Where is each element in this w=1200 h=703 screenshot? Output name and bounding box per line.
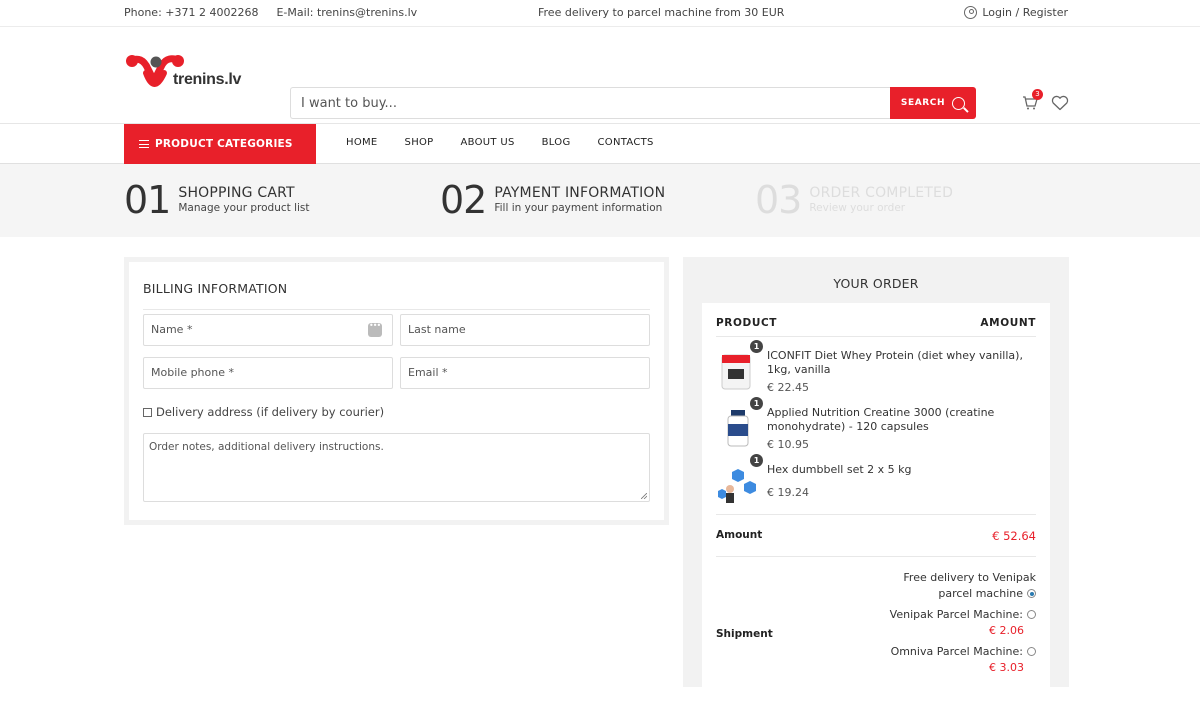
product-categories-button[interactable]: PRODUCT CATEGORIES bbox=[124, 124, 316, 164]
step-subtitle: Review your order bbox=[809, 202, 906, 214]
divider bbox=[716, 556, 1036, 557]
resize-handle-icon[interactable] bbox=[641, 493, 647, 499]
delivery-address-label: Delivery address (if delivery by courier… bbox=[156, 405, 385, 419]
item-price: € 22.45 bbox=[767, 381, 809, 394]
order-notes-textarea[interactable]: Order notes, additional delivery instruc… bbox=[143, 433, 650, 502]
top-bar: Phone: +371 2 4002268 E-Mail: trenins@tr… bbox=[0, 0, 1200, 27]
shipping-option-label: Venipak Parcel Machine: bbox=[889, 608, 1023, 621]
creatine-bottle-image bbox=[727, 410, 749, 447]
item-price: € 10.95 bbox=[767, 438, 809, 451]
search-icon bbox=[952, 96, 966, 110]
amount-value: € 52.64 bbox=[992, 529, 1036, 543]
item-qty-badge: 1 bbox=[750, 340, 763, 353]
amount-label: Amount bbox=[716, 529, 763, 541]
name-field[interactable]: Name * bbox=[143, 314, 393, 346]
product-categories-label: PRODUCT CATEGORIES bbox=[155, 138, 293, 150]
step-order-completed: 03 ORDER COMPLETED Review your order bbox=[755, 178, 953, 222]
header: trenins.lv SEARCH 3 bbox=[0, 27, 1200, 124]
autofill-icon[interactable] bbox=[368, 321, 382, 337]
login-register-link[interactable]: Login / Register bbox=[964, 6, 1068, 19]
login-register-label: Login / Register bbox=[982, 6, 1068, 19]
order-panel: YOUR ORDER PRODUCT AMOUNT 1 ICONFIT Diet… bbox=[683, 257, 1069, 703]
shipping-option-free-venipak[interactable]: Free delivery to Venipak parcel machine bbox=[876, 570, 1036, 602]
main-nav: PRODUCT CATEGORIES HOME SHOP ABOUT US BL… bbox=[0, 124, 1200, 164]
shipping-option-label: Omniva Parcel Machine: bbox=[890, 645, 1023, 658]
step-title: ORDER COMPLETED bbox=[809, 185, 954, 201]
step-payment-information: 02 PAYMENT INFORMATION Fill in your paym… bbox=[440, 178, 665, 222]
col-amount: AMOUNT bbox=[980, 317, 1036, 329]
search-button-label: SEARCH bbox=[900, 98, 946, 108]
step-title: PAYMENT INFORMATION bbox=[494, 185, 666, 201]
nav-links: HOME SHOP ABOUT US BLOG CONTACTS bbox=[346, 137, 681, 148]
delivery-address-checkbox[interactable] bbox=[143, 407, 152, 417]
amount-row: Amount € 52.64 bbox=[716, 514, 1036, 543]
email-text: E-Mail: trenins@trenins.lv bbox=[276, 6, 418, 19]
last-name-placeholder: Last name bbox=[408, 323, 466, 336]
nav-link-about-us[interactable]: ABOUT US bbox=[461, 137, 515, 148]
order-table-header: PRODUCT AMOUNT bbox=[716, 303, 1036, 337]
delivery-address-option[interactable]: Delivery address (if delivery by courier… bbox=[143, 405, 384, 419]
cart-count-badge: 3 bbox=[1032, 89, 1043, 100]
nav-link-home[interactable]: HOME bbox=[346, 137, 378, 148]
item-name[interactable]: ICONFIT Diet Whey Protein (diet whey van… bbox=[767, 349, 1037, 377]
nav-link-contacts[interactable]: CONTACTS bbox=[598, 137, 654, 148]
item-name[interactable]: Hex dumbbell set 2 x 5 kg bbox=[767, 463, 1037, 477]
step-number: 03 bbox=[755, 178, 802, 222]
billing-form: BILLING INFORMATION Name * Last name Mob… bbox=[129, 262, 664, 520]
shipment-label: Shipment bbox=[716, 628, 773, 640]
step-shopping-cart[interactable]: 01 SHOPPING CART Manage your product lis… bbox=[124, 178, 310, 222]
protein-tub-image bbox=[721, 354, 751, 390]
last-name-field[interactable]: Last name bbox=[400, 314, 650, 346]
nav-link-shop[interactable]: SHOP bbox=[405, 137, 434, 148]
order-notes-placeholder: Order notes, additional delivery instruc… bbox=[149, 441, 384, 453]
search-input[interactable] bbox=[290, 87, 890, 119]
contact-info: Phone: +371 2 4002268 E-Mail: trenins@tr… bbox=[124, 6, 417, 19]
checkout-steps: 01 SHOPPING CART Manage your product lis… bbox=[0, 164, 1200, 237]
item-price: € 19.24 bbox=[767, 486, 809, 499]
step-title: SHOPPING CART bbox=[178, 185, 295, 201]
shipping-radio-selected[interactable] bbox=[1027, 589, 1036, 598]
item-qty-badge: 1 bbox=[750, 454, 763, 467]
list-icon bbox=[139, 140, 149, 149]
item-name[interactable]: Applied Nutrition Creatine 3000 (creatin… bbox=[767, 406, 1037, 434]
user-icon bbox=[964, 6, 978, 19]
nav-link-blog[interactable]: BLOG bbox=[542, 137, 571, 148]
step-number: 02 bbox=[440, 178, 487, 222]
wishlist-heart-icon[interactable] bbox=[1051, 95, 1069, 111]
name-placeholder: Name * bbox=[151, 323, 193, 336]
shipping-radio[interactable] bbox=[1027, 610, 1036, 619]
search-button[interactable]: SEARCH bbox=[890, 87, 976, 119]
mobile-phone-field[interactable]: Mobile phone * bbox=[143, 357, 393, 389]
site-logo[interactable]: trenins.lv bbox=[124, 51, 254, 101]
shipping-option-price: € 2.06 bbox=[989, 624, 1024, 637]
col-product: PRODUCT bbox=[716, 317, 778, 329]
billing-title: BILLING INFORMATION bbox=[143, 262, 650, 310]
dumbbell-set-image bbox=[718, 469, 756, 503]
logo-text: trenins.lv bbox=[173, 71, 242, 88]
step-subtitle: Fill in your payment information bbox=[494, 202, 663, 214]
search-bar: SEARCH bbox=[290, 87, 976, 119]
item-qty-badge: 1 bbox=[750, 397, 763, 410]
shipping-option-label: Free delivery to Venipak parcel machine bbox=[903, 571, 1036, 600]
your-order-title: YOUR ORDER bbox=[833, 276, 919, 291]
mobile-phone-placeholder: Mobile phone * bbox=[151, 366, 234, 379]
shipping-option-omniva[interactable]: Omniva Parcel Machine: € 3.03 bbox=[876, 644, 1036, 676]
email-placeholder: Email * bbox=[408, 366, 448, 379]
phone-text: Phone: +371 2 4002268 bbox=[124, 6, 259, 19]
email-field[interactable]: Email * bbox=[400, 357, 650, 389]
shipping-radio[interactable] bbox=[1027, 647, 1036, 656]
shipping-option-venipak[interactable]: Venipak Parcel Machine: € 2.06 bbox=[876, 607, 1036, 639]
step-subtitle: Manage your product list bbox=[178, 202, 310, 214]
shipping-option-price: € 3.03 bbox=[989, 661, 1024, 674]
step-number: 01 bbox=[124, 178, 171, 222]
promo-text: Free delivery to parcel machine from 30 … bbox=[538, 6, 785, 19]
billing-panel: BILLING INFORMATION Name * Last name Mob… bbox=[124, 257, 669, 525]
order-summary: PRODUCT AMOUNT 1 ICONFIT Diet Whey Prote… bbox=[702, 303, 1050, 703]
